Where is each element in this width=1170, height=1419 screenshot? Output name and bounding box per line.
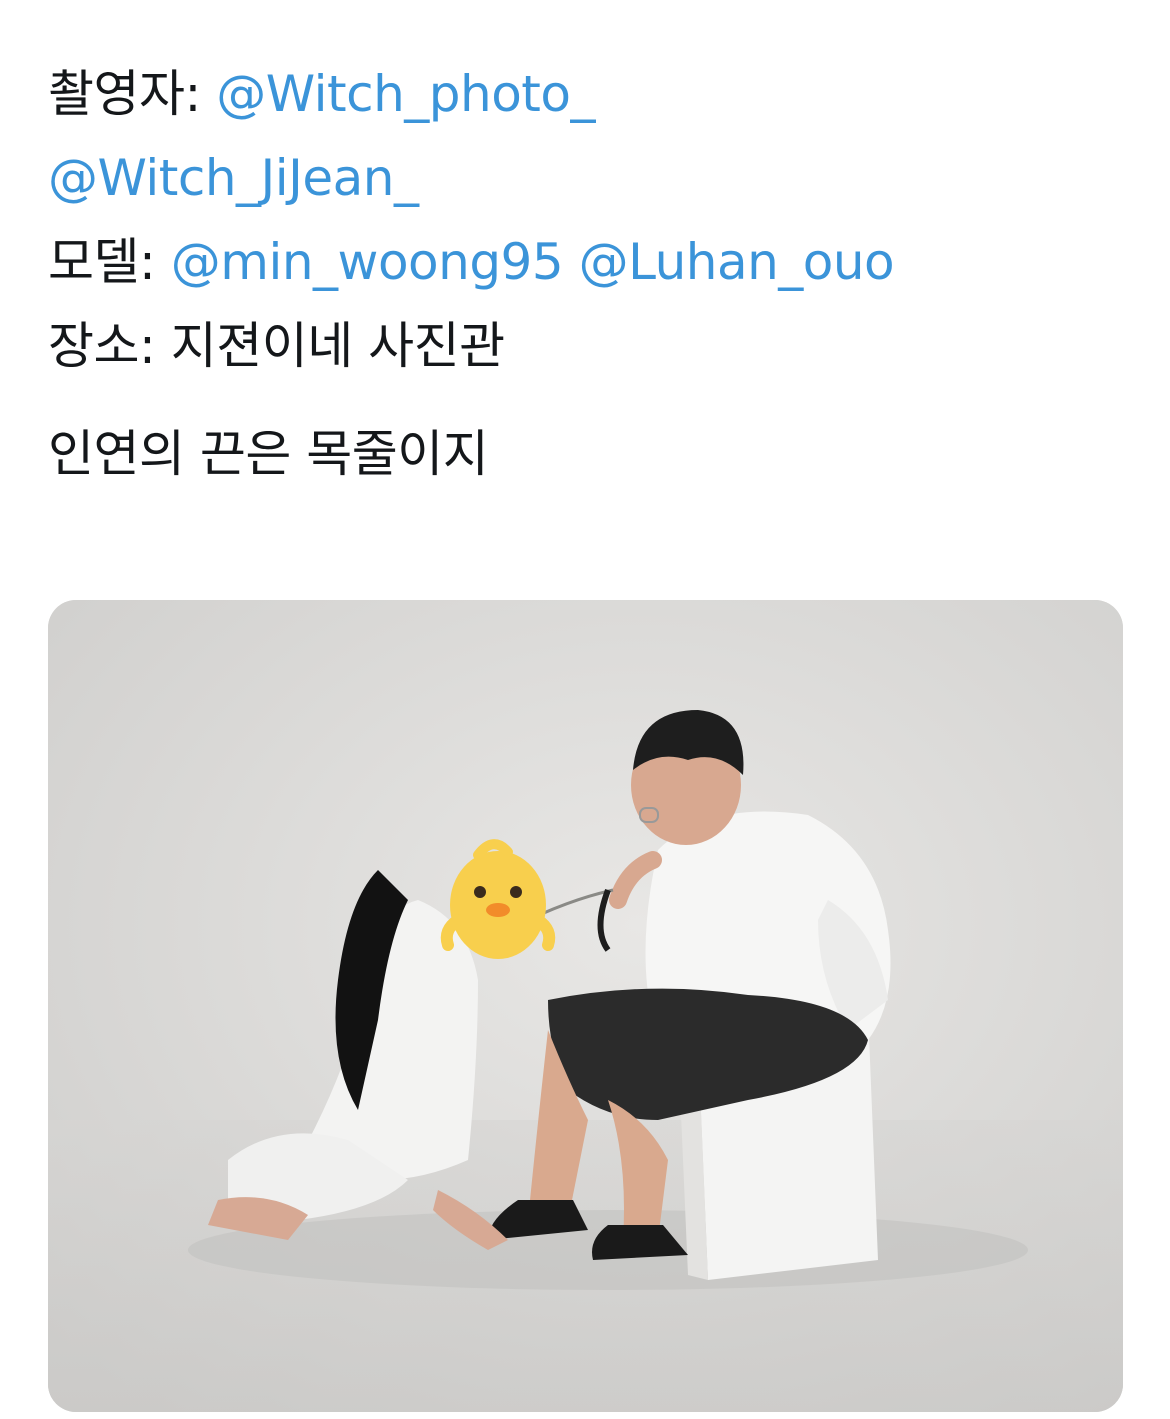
location-value: 지젼이네 사진관 [170,317,505,375]
model-line: 모델: @min_woong95 @Luhan_ouo [48,220,1128,304]
model-label: 모델: [48,233,156,291]
tweet-text: 촬영자: @Witch_photo_ @Witch_JiJean_ 모델: @m… [48,52,1128,496]
mention-link[interactable]: @Luhan_ouo [579,233,895,291]
mention-link[interactable]: @Witch_JiJean_ [48,149,419,207]
photo-illustration [48,600,1123,1412]
tweet-photo[interactable] [48,600,1123,1412]
photographer-line: 촬영자: @Witch_photo_ [48,52,1128,136]
tweet-caption: 인연의 끈은 목줄이지 [48,425,489,483]
photographer-line-2: @Witch_JiJean_ [48,136,1128,220]
mention-link[interactable]: @Witch_photo_ [216,65,595,123]
mention-link[interactable]: @min_woong95 [171,233,564,291]
photographer-label: 촬영자: [48,65,201,123]
location-label: 장소: [48,317,156,375]
location-line: 장소: 지젼이네 사진관 [48,304,1128,388]
